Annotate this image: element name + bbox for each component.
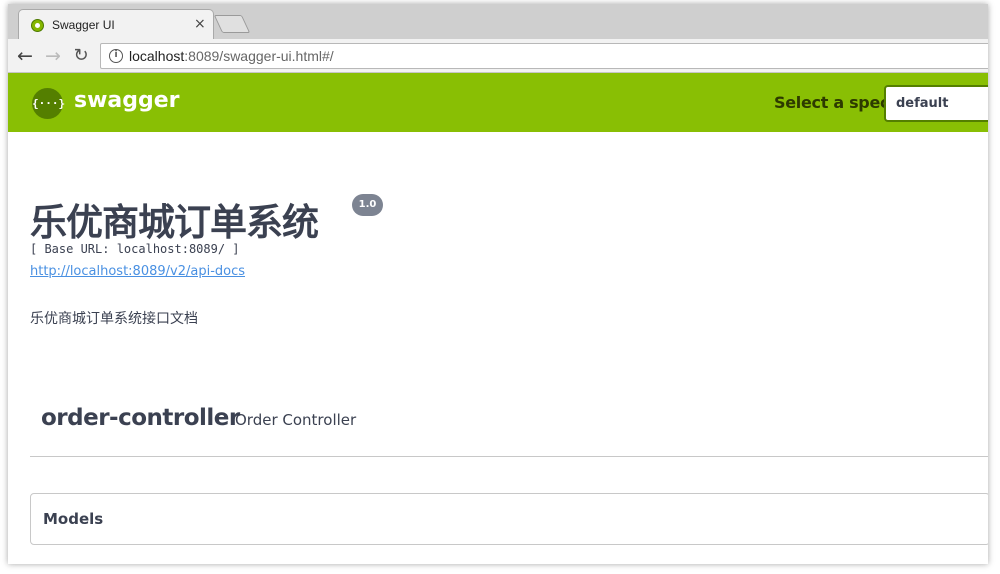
url-host: localhost xyxy=(129,48,185,64)
swagger-logo-icon[interactable]: {···} xyxy=(32,88,65,119)
new-tab-button[interactable] xyxy=(213,15,251,33)
api-docs-link[interactable]: http://localhost:8089/v2/api-docs xyxy=(30,264,245,279)
browser-tab[interactable]: Swagger UI × xyxy=(18,9,214,40)
api-title: 乐优商城订单系统 xyxy=(30,201,319,244)
tag-description: Order Controller xyxy=(235,411,357,429)
tab-strip: Swagger UI × xyxy=(8,4,988,40)
swagger-logo-text[interactable]: swagger xyxy=(74,88,180,113)
models-section[interactable]: Models xyxy=(30,493,988,545)
models-title[interactable]: Models xyxy=(43,510,103,528)
select-spec-label: Select a spec xyxy=(774,93,890,112)
reload-icon[interactable]: ↻ xyxy=(70,45,92,67)
api-description: 乐优商城订单系统接口文档 xyxy=(30,311,198,327)
site-info-icon[interactable]: i xyxy=(109,49,123,63)
swagger-favicon-icon xyxy=(31,19,44,32)
url-text[interactable]: localhost:8089/swagger-ui.html#/ xyxy=(129,48,334,64)
forward-arrow-icon[interactable]: → xyxy=(42,45,64,67)
swagger-topbar: {···} swagger Select a spec default xyxy=(8,73,988,132)
back-arrow-icon[interactable]: ← xyxy=(14,45,36,67)
address-bar[interactable]: i localhost:8089/swagger-ui.html#/ xyxy=(100,43,988,69)
version-badge: 1.0 xyxy=(352,194,383,216)
url-path: :8089/swagger-ui.html#/ xyxy=(184,48,334,64)
spec-select-dropdown[interactable]: default xyxy=(884,85,988,122)
browser-window: Swagger UI × ← → ↻ i localhost:8089/swag… xyxy=(8,4,988,564)
tab-close-icon[interactable]: × xyxy=(194,16,206,32)
base-url: [ Base URL: localhost:8089/ ] xyxy=(30,242,240,256)
tab-title: Swagger UI xyxy=(52,18,115,32)
main-content: 乐优商城订单系统 1.0 [ Base URL: localhost:8089/… xyxy=(8,132,988,564)
order-controller-tag[interactable]: order-controller Order Controller xyxy=(30,387,988,457)
browser-toolbar: ← → ↻ i localhost:8089/swagger-ui.html#/ xyxy=(8,39,988,73)
tag-name[interactable]: order-controller xyxy=(41,405,240,431)
